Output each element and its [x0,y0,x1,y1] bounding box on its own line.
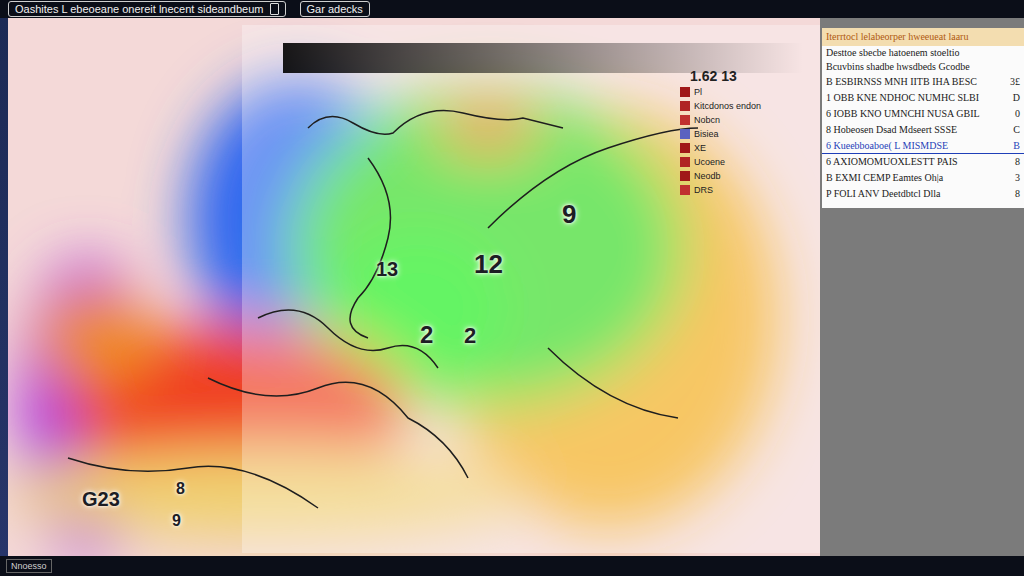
body: 9 12 13 2 2 G23 8 9 1.62 13 Pl Kitcdonos endon Nobc… [0,18,1024,556]
info-row[interactable]: 6 Kueebboaboe( L MISMDSEB [822,138,1024,154]
map-label: 9 [172,512,181,530]
legend-swatch [680,143,690,153]
legend-item: Neodb [680,170,761,182]
info-line: Desttoe sbecbe hatoenem stoeltio [822,46,1024,60]
legend-swatch [680,101,690,111]
legend-item: Pl [680,86,761,98]
map-label: 12 [474,250,503,279]
status-bar: Nnoesso [0,556,1024,576]
map-label: G23 [82,488,120,510]
map-label: 2 [464,324,476,348]
map-canvas[interactable]: 9 12 13 2 2 G23 8 9 1.62 13 Pl Kitcdonos endon Nobc… [8,18,820,556]
info-row[interactable]: 6 IOBB KNO UMNCHI NUSA GBIL0 [822,106,1024,122]
legend-swatch [680,129,690,139]
second-tab[interactable]: Gar adecks [300,1,370,17]
heatmap-drawing [8,18,820,556]
info-row[interactable]: P FOLI ANV Deetdbtcl Dlla8 [822,186,1024,202]
legend-title: 1.62 13 [680,68,761,84]
legend-swatch [680,115,690,125]
info-row[interactable]: 1 OBB KNE NDHOC NUMHC SLBID [822,90,1024,106]
legend-item: Kitcdonos endon [680,100,761,112]
info-row[interactable]: 6 AXIOMOMUOXLESTT PAIS8 [822,154,1024,170]
info-row[interactable]: B ESBIRNSS MNH IITB IHA BESC3£ [822,74,1024,90]
info-row[interactable]: 8 Hobeosen Dsad Mdseert SSSEC [822,122,1024,138]
title-bar: Oashites L ebeoeane onereit lnecent side… [0,0,1024,18]
map-label: 9 [562,200,576,229]
legend-item: XE [680,142,761,154]
status-text: Nnoesso [6,559,52,573]
legend-item: Ucoene [680,156,761,168]
legend-swatch [680,171,690,181]
window-tab[interactable]: Oashites L ebeoeane onereit lnecent side… [8,1,286,17]
screen: Oashites L ebeoeane onereit lnecent side… [0,0,1024,576]
legend-swatch [680,87,690,97]
map-label: 2 [420,322,433,348]
left-edge [0,18,8,556]
info-line: Bcuvbins shadbe hwsdbeds Gcodbe [822,60,1024,74]
map-label: 13 [376,258,398,280]
info-row[interactable]: B EXMI CEMP Eamtes Oh|a3 [822,170,1024,186]
map-label: 8 [176,480,185,498]
legend-swatch [680,185,690,195]
legend-swatch [680,157,690,167]
document-icon [270,3,279,15]
map-legend: 1.62 13 Pl Kitcdonos endon Nobcn Bisiea XE Uco… [680,68,761,196]
legend-item: DRS [680,184,761,196]
legend-item: Nobcn [680,114,761,126]
info-title: Iterrtocl lelabeorper hweeueat laaru [822,28,1024,46]
legend-item: Bisiea [680,128,761,140]
info-box: Iterrtocl lelabeorper hweeueat laaruDest… [822,28,1024,208]
right-panel: Iterrtocl lelabeorper hweeueat laaruDest… [820,18,1024,556]
